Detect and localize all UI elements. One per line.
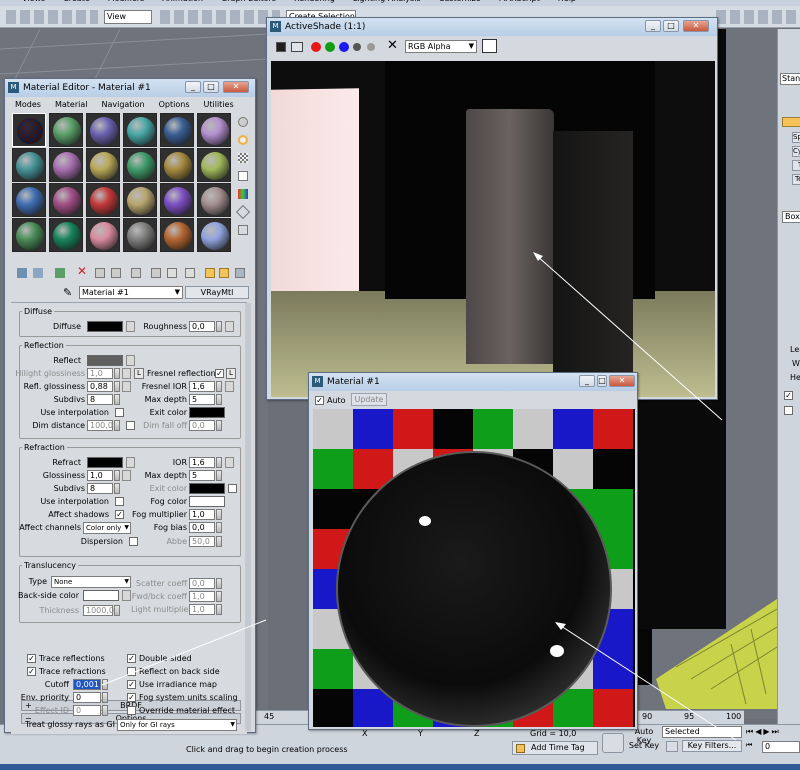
annotation-arrows bbox=[101, 252, 737, 741]
